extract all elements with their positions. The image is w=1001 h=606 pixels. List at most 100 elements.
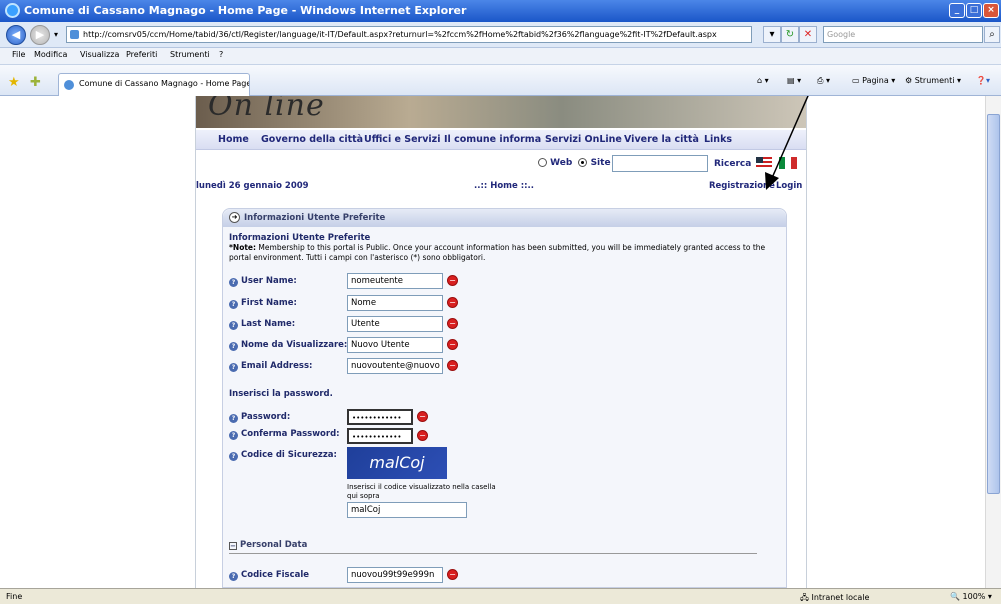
help-icon[interactable]: ? [229, 414, 238, 423]
register-panel: ➜ Informazioni Utente Preferite Informaz… [222, 208, 787, 588]
nav-uffici[interactable]: Uffici e Servizi [364, 134, 440, 145]
browser-viewport: On line Home Governo della città Uffici … [0, 96, 985, 588]
search-scope: Web Site [538, 158, 611, 168]
email-label: ? Email Address: [229, 361, 312, 372]
fiscal-code-input[interactable]: nuovou99t99e999n [347, 567, 443, 583]
print-icon[interactable]: ⎙ ▾ [817, 76, 830, 86]
email-input[interactable]: nuovoutente@nuovo [347, 358, 443, 374]
note-text: Membership to this portal is Public. Onc… [229, 243, 766, 262]
menu-file[interactable]: File [12, 50, 25, 59]
menu-visualizza[interactable]: Visualizza [80, 50, 119, 59]
tools-menu-label: Strumenti [914, 76, 955, 85]
nav-vivere[interactable]: Vivere la città [624, 134, 699, 145]
captcha-input[interactable]: malCoj [347, 502, 467, 518]
confirm-password-input[interactable]: •••••••••••• [347, 428, 413, 444]
ie-icon [5, 3, 20, 18]
required-icon: − [447, 318, 458, 329]
add-favorite-icon[interactable]: ✚ [30, 75, 41, 90]
tab-bar: ★ ✚ Comune di Cassano Magnago - Home Pag… [0, 65, 1001, 96]
window-title: Comune di Cassano Magnago - Home Page - … [24, 4, 467, 17]
scrollbar-thumb[interactable] [987, 114, 1000, 494]
window-title-bar: Comune di Cassano Magnago - Home Page - … [0, 0, 1001, 22]
status-text: Fine [6, 592, 23, 601]
minimize-button[interactable]: _ [949, 3, 965, 18]
collapse-toggle-icon[interactable]: − [229, 542, 237, 550]
displayname-input[interactable]: Nuovo Utente [347, 337, 443, 353]
nav-home[interactable]: Home [218, 134, 249, 145]
address-toolbar: ◀ ▶ ▾ http://comsrv05/ccm/Home/tabid/36/… [0, 22, 1001, 48]
username-label: ? User Name: [229, 276, 297, 287]
radio-web[interactable] [538, 158, 547, 167]
displayname-label: ? Nome da Visualizzare: [229, 340, 347, 351]
site-page: On line Home Governo della città Uffici … [195, 96, 807, 588]
search-input[interactable]: Google [823, 26, 983, 43]
nav-governo[interactable]: Governo della città [261, 134, 363, 145]
password-label: ? Password: [229, 412, 290, 423]
site-banner: On line [196, 96, 806, 128]
required-icon: − [417, 430, 428, 441]
help-icon[interactable]: ? [229, 431, 238, 440]
menu-strumenti[interactable]: Strumenti [170, 50, 210, 59]
firstname-input[interactable]: Nome [347, 295, 443, 311]
lastname-label: ? Last Name: [229, 319, 295, 330]
radio-web-label: Web [550, 158, 573, 168]
captcha-image: malCoj [347, 447, 447, 479]
vertical-scrollbar[interactable] [985, 96, 1001, 588]
required-icon: − [447, 275, 458, 286]
menu-modifica[interactable]: Modifica [34, 50, 67, 59]
help-icon[interactable]: ? [229, 321, 238, 330]
radio-site[interactable] [578, 158, 588, 167]
tab-home[interactable]: Comune di Cassano Magnago - Home Page [58, 73, 250, 96]
address-dropdown-button[interactable]: ▾ [763, 26, 781, 43]
help-icon[interactable]: ? [229, 342, 238, 351]
note-label: *Note: [229, 243, 257, 252]
favorites-star-icon[interactable]: ★ [8, 75, 20, 90]
panel-header: ➜ Informazioni Utente Preferite [223, 209, 786, 227]
zoom-control[interactable]: 🔍 100% ▾ [950, 592, 992, 601]
required-icon: − [447, 360, 458, 371]
nav-servizi-online[interactable]: Servizi OnLine [545, 134, 622, 145]
close-button[interactable]: × [983, 3, 999, 18]
collapse-toggle-icon[interactable]: ➜ [229, 212, 240, 223]
history-dropdown-icon[interactable]: ▾ [54, 30, 58, 39]
nav-comune-informa[interactable]: Il comune informa [444, 134, 541, 145]
nav-links[interactable]: Links [704, 134, 732, 145]
firstname-label: ? First Name: [229, 298, 297, 309]
forward-button[interactable]: ▶ [30, 25, 50, 45]
menu-help[interactable]: ? [219, 50, 223, 59]
stop-button[interactable]: ✕ [799, 26, 817, 43]
refresh-button[interactable]: ↻ [781, 26, 799, 43]
help-icon[interactable]: ? [229, 572, 238, 581]
help-icon[interactable]: ? [229, 363, 238, 372]
username-input[interactable]: nomeutente [347, 273, 443, 289]
required-icon: − [447, 339, 458, 350]
home-icon[interactable]: ⌂ ▾ [757, 76, 769, 85]
help-icon[interactable]: ? [229, 452, 238, 461]
search-icon[interactable]: ⌕ [984, 26, 1000, 43]
section-title: Informazioni Utente Preferite [229, 233, 371, 243]
zone-label: Intranet locale [811, 593, 870, 602]
menu-preferiti[interactable]: Preferiti [126, 50, 157, 59]
site-search-input[interactable] [612, 155, 708, 172]
page-menu[interactable]: ▭ Pagina ▾ [852, 76, 895, 85]
panel-title: Informazioni Utente Preferite [244, 213, 386, 223]
page-icon [70, 30, 79, 39]
help-icon[interactable]: ❓▾ [976, 76, 990, 85]
portal-note: *Note: Membership to this portal is Publ… [229, 243, 769, 263]
help-icon[interactable]: ? [229, 278, 238, 287]
back-button[interactable]: ◀ [6, 25, 26, 45]
search-button[interactable]: Ricerca [714, 159, 751, 169]
current-date: lunedì 26 gennaio 2009 [196, 181, 309, 191]
required-icon: − [447, 569, 458, 580]
feeds-icon[interactable]: ▤ ▾ [787, 76, 801, 85]
lastname-input[interactable]: Utente [347, 316, 443, 332]
menu-bar: File Modifica Visualizza Preferiti Strum… [0, 48, 1001, 65]
maximize-button[interactable]: □ [966, 3, 982, 18]
help-icon[interactable]: ? [229, 300, 238, 309]
required-icon: − [417, 411, 428, 422]
tools-menu[interactable]: ⚙ Strumenti ▾ [905, 76, 961, 85]
address-input[interactable]: http://comsrv05/ccm/Home/tabid/36/ctl/Re… [66, 26, 752, 43]
password-input[interactable]: •••••••••••• [347, 409, 413, 425]
tab-page-icon [64, 80, 74, 90]
personal-data-heading[interactable]: − Personal Data [229, 540, 307, 550]
